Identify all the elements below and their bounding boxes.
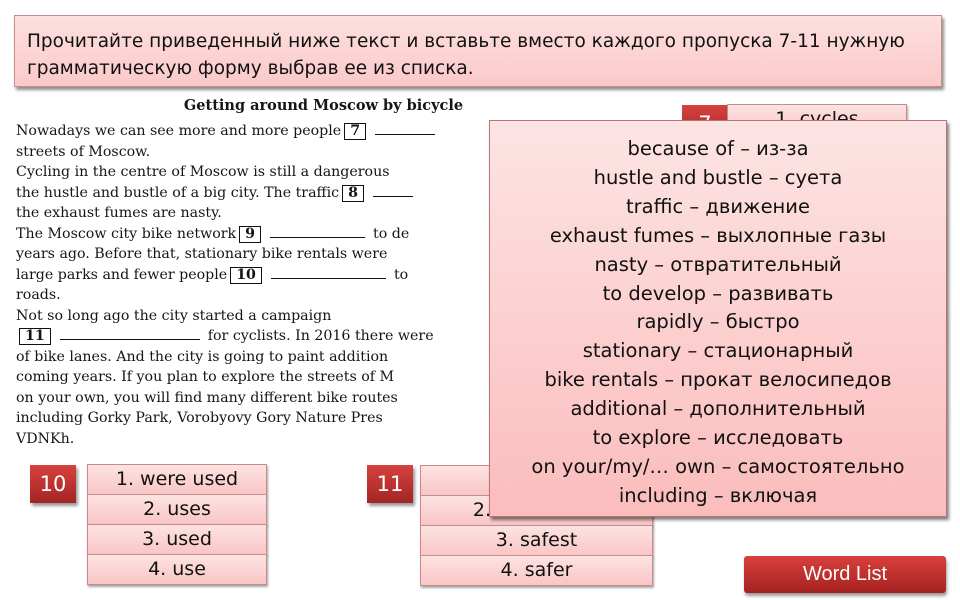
word-list-entry: exhaust fumes – выхлопные газы [549,223,887,247]
passage-line: 11 for cyclists. In 2016 there were [16,326,491,347]
question-10-option-4[interactable]: 4. use [87,554,267,585]
gap-number-7: 7 [344,123,367,140]
passage-line: years ago. Before that, stationary bike … [16,244,491,265]
passage-text: Cycling in the centre of Moscow is still… [16,164,390,180]
word-list-entry: rapidly – быстро [636,310,800,334]
question-11-badge: 11 [367,465,413,503]
passage-line: Nowadays we can see more and more people… [16,121,491,142]
gap-number-11: 11 [19,328,51,345]
passage-line: Not so long ago the city started a campa… [16,306,491,327]
passage: Getting around Moscow by bicycle Nowaday… [16,97,491,449]
gap-blank-7[interactable] [375,122,436,135]
passage-line: the hustle and bustle of a big city. The… [16,183,491,204]
word-list-entry: additional – дополнительный [570,397,866,421]
passage-line: large parks and fewer people 10 to [16,265,491,286]
passage-text: coming years. If you plan to explore the… [16,369,395,385]
passage-line: of bike lanes. And the city is going to … [16,347,491,368]
question-10-options: 1. were used 2. uses 3. used 4. use [87,464,267,585]
gap-number-10: 10 [230,266,262,284]
word-list-entry: on your/my/… own – самостоятельно [531,454,905,478]
passage-line: VDNKh. [16,429,491,450]
gap-blank-11[interactable] [59,327,200,340]
passage-line: coming years. If you plan to explore the… [16,367,491,388]
instruction-line-2: грамматическую форму выбрав ее из списка… [27,58,474,79]
word-list-entry: because of – из-за [627,137,809,160]
passage-line: streets of Moscow. [16,142,491,163]
question-10-option-1[interactable]: 1. were used [87,464,267,495]
gap-number-8: 8 [342,184,364,202]
word-list-entry: to develop – развивать [602,281,834,305]
word-list-entry: hustle and bustle – суета [593,165,843,189]
word-list-entry: bike rentals – прокат велосипедов [544,368,892,392]
passage-text: the hustle and bustle of a big city. The… [16,184,340,201]
instruction-line-1: Прочитайте приведенный ниже текст и вста… [27,31,905,52]
word-list-popup: because of – из-за hustle and bustle – су… [489,120,947,517]
passage-text: including Gorky Park, Vorobyovy Gory Nat… [16,410,383,426]
passage-line: including Gorky Park, Vorobyovy Gory Nat… [16,408,491,429]
passage-text: to de [373,225,410,242]
word-list-entry: to explore – исследовать [592,426,844,450]
gap-blank-9[interactable] [270,225,366,238]
passage-line: roads. [16,285,491,306]
gap-blank-10[interactable] [270,266,386,279]
passage-text: to [393,266,409,283]
passage-line: the exhaust fumes are nasty. [16,203,491,224]
question-10-option-2[interactable]: 2. uses [87,494,267,525]
passage-text: streets of Moscow. [16,143,151,160]
passage-text: for cyclists. In 2016 there were [207,328,434,344]
passage-text: years ago. Before that, stationary bike … [16,246,388,262]
passage-text: Nowadays we can see more and more people [16,123,342,139]
passage-text: on your own, you will find many differen… [16,389,398,406]
question-10-badge: 10 [30,465,76,503]
passage-lines: Nowadays we can see more and more people… [16,121,491,449]
gap-number-9: 9 [239,225,262,243]
passage-line: on your own, you will find many differen… [16,388,491,409]
passage-line: The Moscow city bike network 9 to de [16,224,491,245]
question-11-option-3[interactable]: 3. safest [420,525,653,556]
word-list-button[interactable]: Word List [744,556,946,593]
question-10-option-3[interactable]: 3. used [87,524,267,555]
passage-text: the exhaust fumes are nasty. [16,205,222,221]
question-11-option-4[interactable]: 4. safer [420,555,653,586]
passage-text: VDNKh. [16,430,75,447]
passage-line: Cycling in the centre of Moscow is still… [16,162,491,183]
passage-text: roads. [16,287,61,303]
passage-title: Getting around Moscow by bicycle [183,97,464,114]
gap-blank-8[interactable] [372,184,413,197]
word-list-entry: nasty – отвратительный [594,252,842,276]
word-list-entry: stationary – стационарный [582,339,854,363]
passage-text: large parks and fewer people [16,266,228,283]
passage-text: The Moscow city bike network [16,225,237,242]
passage-text: of bike lanes. And the city is going to … [16,348,389,365]
word-list-entry: traffic – движение [626,194,810,218]
word-list-entry: including – включая [618,483,818,507]
instruction-box: Прочитайте приведенный ниже текст и вста… [14,15,942,87]
passage-text: Not so long ago the city started a campa… [16,307,332,324]
